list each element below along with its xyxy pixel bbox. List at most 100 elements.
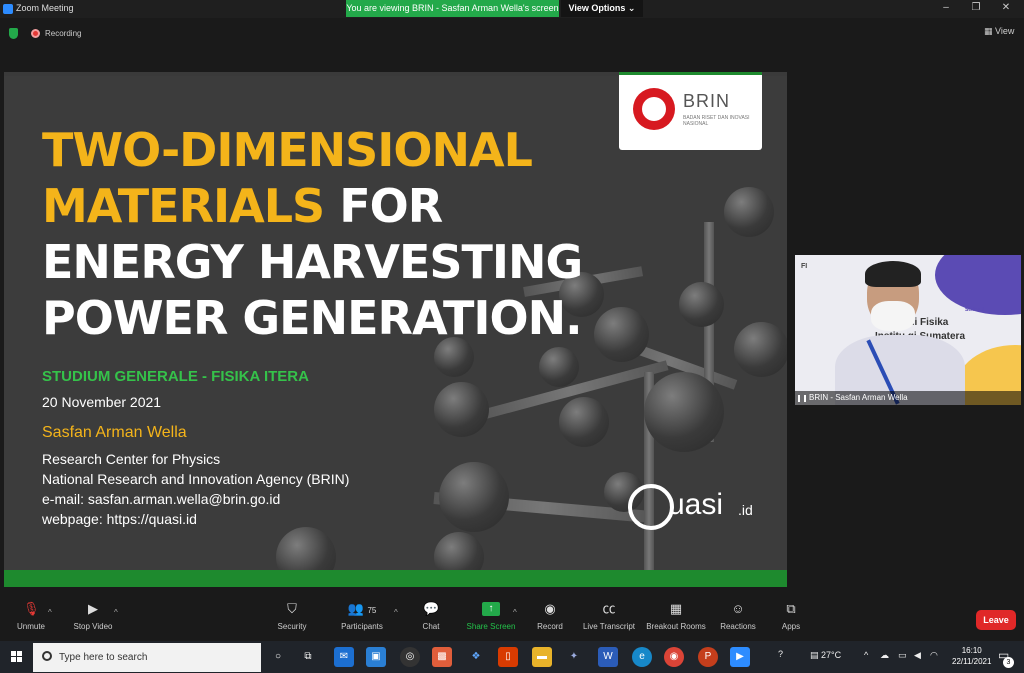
view-button-label: View bbox=[995, 26, 1015, 36]
dropbox-icon[interactable]: ❖ bbox=[466, 647, 486, 667]
task-view-icon[interactable]: ⧉ bbox=[298, 647, 318, 667]
series-label: Series 2 bbox=[965, 307, 985, 313]
molecule-atom bbox=[724, 187, 774, 237]
share-screen-icon: ↑ bbox=[482, 602, 500, 616]
breakout-rooms-label: Breakout Rooms bbox=[646, 622, 706, 631]
chat-label: Chat bbox=[422, 622, 440, 631]
zoom-taskbar-icon[interactable]: ▶ bbox=[730, 647, 750, 667]
participant-video-tile[interactable]: FI Series 2 Pr di Fisika Institu gi Suma… bbox=[795, 255, 1021, 405]
leave-button[interactable]: Leave bbox=[976, 610, 1016, 630]
security-shield-icon[interactable] bbox=[9, 28, 18, 39]
slide-title-line3: ENERGY HARVESTING bbox=[42, 235, 583, 289]
windows-start-icon[interactable] bbox=[11, 651, 23, 663]
share-options-caret[interactable]: ^ bbox=[513, 608, 517, 617]
help-icon[interactable]: ? bbox=[778, 649, 783, 659]
signal-bars-icon bbox=[798, 395, 806, 402]
store-icon[interactable]: ▣ bbox=[366, 647, 386, 667]
event-name: STUDIUM GENERALE - FISIKA ITERA bbox=[42, 368, 309, 385]
molecule-atom bbox=[679, 282, 724, 327]
grid-icon: ▦ bbox=[669, 601, 683, 616]
slide-title-line2: MATERIALS FOR bbox=[42, 178, 443, 234]
molecule-atom bbox=[594, 307, 649, 362]
author-email: e-mail: sasfan.arman.wella@brin.go.id bbox=[42, 491, 281, 507]
closed-caption-icon: ㏄ bbox=[602, 601, 616, 616]
title-text: FOR bbox=[324, 179, 443, 233]
event-logos: FI bbox=[801, 263, 808, 270]
stop-video-label: Stop Video bbox=[73, 622, 113, 631]
close-button[interactable]: ✕ bbox=[996, 2, 1016, 13]
unmute-label: Unmute bbox=[16, 622, 45, 631]
windows-taskbar: Type here to search ○ ⧉ ✉ ▣ ◎ ▩ ❖ ▯ ▬ ✦ … bbox=[0, 641, 1024, 673]
chrome-icon[interactable]: ◉ bbox=[664, 647, 684, 667]
live-transcript-button[interactable]: ㏄ Live Transcript bbox=[580, 601, 638, 632]
brin-logo: BRIN BADAN RISET DAN INOVASI NASIONAL bbox=[619, 72, 762, 150]
temperature: 27°C bbox=[821, 650, 842, 660]
video-options-caret[interactable]: ^ bbox=[114, 608, 118, 617]
notification-count-badge: 3 bbox=[1003, 657, 1014, 668]
title-highlight: MATERIALS bbox=[42, 179, 325, 233]
chat-bubble-icon: 💬 bbox=[423, 601, 440, 616]
apps-button[interactable]: ⧉ Apps bbox=[776, 601, 806, 632]
person-hair bbox=[865, 261, 921, 287]
quasi-logo-suffix: .id bbox=[738, 502, 753, 518]
participants-options-caret[interactable]: ^ bbox=[394, 608, 398, 617]
quasi-logo-text: uasi bbox=[668, 488, 724, 521]
github-icon[interactable]: ◎ bbox=[400, 647, 420, 667]
view-options-button[interactable]: View Options ⌄ bbox=[561, 0, 643, 17]
event-date: 20 November 2021 bbox=[42, 394, 162, 410]
network-icon[interactable]: ✦ bbox=[564, 647, 584, 667]
apps-icon: ⧉ bbox=[786, 601, 796, 616]
volume-icon[interactable]: ◀ bbox=[914, 650, 921, 661]
security-button[interactable]: ⛉ Security bbox=[274, 602, 310, 632]
share-screen-button[interactable]: ↑ Share Screen bbox=[464, 602, 518, 631]
onedrive-icon[interactable]: ☁ bbox=[880, 650, 889, 661]
cortana-icon[interactable]: ○ bbox=[268, 647, 288, 667]
stop-video-button[interactable]: ▶ Stop Video bbox=[70, 602, 116, 632]
breakout-rooms-button[interactable]: ▦ Breakout Rooms bbox=[644, 601, 708, 632]
weather-icon[interactable]: ▤ 27°C bbox=[810, 650, 841, 661]
photos-icon[interactable]: ▩ bbox=[432, 647, 452, 667]
meeting-toolbar: 🎙 Unmute ^ ▶ Stop Video ^ ⛉ Security 👥 7… bbox=[0, 598, 1024, 640]
zoom-app-icon bbox=[3, 4, 13, 14]
shared-screen-slide: TWO-DIMENSIONAL MATERIALS FOR ENERGY HAR… bbox=[4, 72, 787, 587]
record-button[interactable]: ◉ Record bbox=[534, 602, 566, 632]
recording-icon bbox=[31, 29, 40, 38]
brin-logo-subtitle: BADAN RISET DAN INOVASI NASIONAL bbox=[683, 115, 750, 127]
smiley-icon: ☺ bbox=[731, 601, 745, 616]
file-explorer-icon[interactable]: ▬ bbox=[532, 647, 552, 667]
unmute-button[interactable]: 🎙 Unmute bbox=[12, 602, 50, 632]
view-options-label: View Options bbox=[568, 3, 626, 13]
minimize-button[interactable]: – bbox=[936, 2, 956, 13]
grid-icon: ▦ bbox=[984, 26, 996, 36]
title-highlight: TWO-DIMENSIONAL bbox=[42, 123, 533, 177]
participants-button[interactable]: 👥 75 Participants bbox=[336, 602, 388, 632]
viewing-banner: You are viewing BRIN - Sasfan Arman Well… bbox=[346, 0, 559, 17]
participant-name: BRIN - Sasfan Arman Wella bbox=[809, 393, 908, 402]
powerpoint-icon[interactable]: P bbox=[698, 647, 718, 667]
reactions-label: Reactions bbox=[720, 622, 756, 631]
battery-icon[interactable]: ▭ bbox=[898, 650, 907, 661]
molecule-atom bbox=[644, 372, 724, 452]
chat-button[interactable]: 💬 Chat bbox=[418, 601, 444, 632]
view-button[interactable]: ▦ View bbox=[984, 26, 1014, 37]
molecule-atom bbox=[539, 347, 579, 387]
audio-options-caret[interactable]: ^ bbox=[48, 608, 52, 617]
maximize-button[interactable]: ❐ bbox=[966, 2, 986, 13]
clock-date: 22/11/2021 bbox=[952, 657, 992, 666]
tray-chevron-up-icon[interactable]: ^ bbox=[864, 650, 868, 660]
author-webpage: webpage: https://quasi.id bbox=[42, 511, 197, 527]
mail-icon[interactable]: ✉ bbox=[334, 647, 354, 667]
office-icon[interactable]: ▯ bbox=[498, 647, 518, 667]
share-screen-label: Share Screen bbox=[466, 622, 516, 631]
system-clock[interactable]: 16:10 22/11/2021 bbox=[952, 645, 991, 667]
molecule-atom bbox=[439, 462, 509, 532]
face-mask bbox=[871, 301, 915, 331]
meeting-status-row: Recording ▦ View bbox=[0, 18, 1024, 50]
edge-icon[interactable]: e bbox=[632, 647, 652, 667]
word-icon[interactable]: W bbox=[598, 647, 618, 667]
taskbar-search-input[interactable]: Type here to search bbox=[33, 643, 261, 672]
record-label: Record bbox=[537, 622, 563, 631]
affiliation-line2: National Research and Innovation Agency … bbox=[42, 471, 350, 487]
reactions-button[interactable]: ☺ Reactions bbox=[716, 601, 760, 632]
wifi-icon[interactable]: ◠ bbox=[930, 650, 938, 661]
